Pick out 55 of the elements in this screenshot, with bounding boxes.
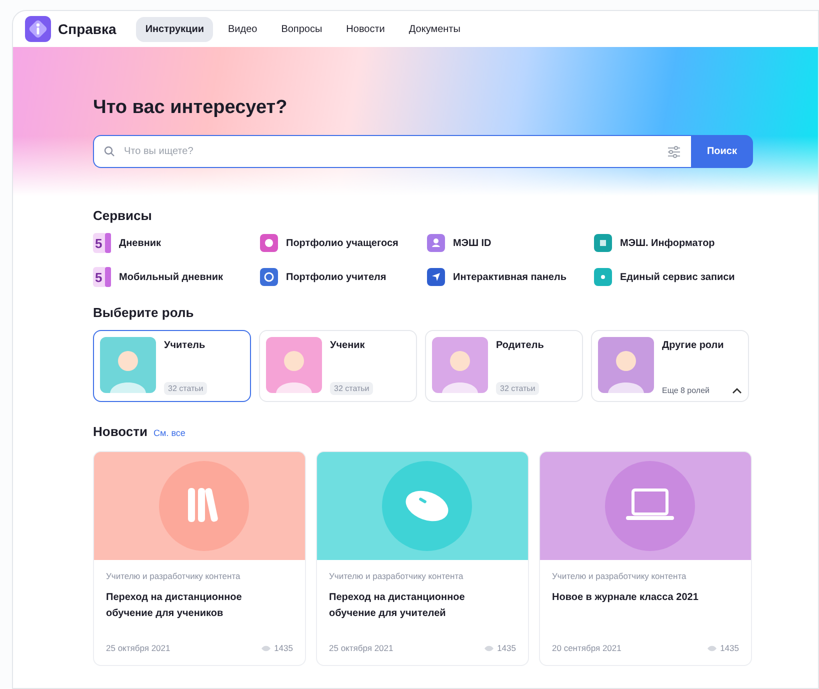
news-date: 20 сентября 2021 <box>552 643 622 653</box>
service-link[interactable]: МЭШ. Информатор <box>594 233 761 253</box>
section-title: Выберите роль <box>93 305 195 320</box>
nav-tab[interactable]: Вопросы <box>272 16 332 42</box>
role-name: Ученик <box>330 340 366 351</box>
service-link[interactable]: Интерактивная панель <box>427 267 594 287</box>
nav-tab[interactable]: Новости <box>337 16 394 42</box>
view-count: 1435 <box>274 643 293 653</box>
service-link[interactable]: Единый сервис записи <box>594 267 761 287</box>
view-count: 1435 <box>720 643 739 653</box>
search-bar[interactable]: Что вы ищете? <box>93 135 691 168</box>
search-button[interactable]: Поиск <box>691 135 753 168</box>
article-count: 32 статьи <box>330 382 374 395</box>
section-title: Сервисы <box>93 208 153 223</box>
article-count: 32 статьи <box>164 382 208 395</box>
more-roles-text: Еще 8 ролей <box>662 386 710 395</box>
role-card[interactable]: Родитель 32 статьи <box>425 330 583 402</box>
news-title: Новое в журнале класса 2021 <box>552 591 700 605</box>
news-card[interactable]: Учителю и разработчику контента Переход на дистанционное обучение для учеников 25 октября 2021 1435 <box>93 451 306 666</box>
nav-tab[interactable]: Документы <box>400 16 470 42</box>
role-name: Родитель <box>496 340 545 351</box>
news-category: Учителю и разработчику контента <box>552 571 688 581</box>
role-card[interactable]: Учитель 32 статьи <box>93 330 251 402</box>
news-category: Учителю и разработчику контента <box>329 571 464 581</box>
news-card[interactable]: Учителю и разработчику контента Переход на дистанционное обучение для учителей 25 октября 2021 1435 <box>316 451 529 666</box>
service-link[interactable]: МЭШ ID <box>427 233 594 253</box>
logo-text: Справка <box>58 21 116 37</box>
service-link[interactable]: 5 Дневник <box>93 233 260 253</box>
role-card[interactable]: Другие роли Еще 8 ролей <box>591 330 749 402</box>
news-date: 25 октября 2021 <box>329 643 394 653</box>
chevron-up-icon[interactable] <box>732 387 742 394</box>
role-card[interactable]: Ученик 32 статьи <box>259 330 417 402</box>
news-title: Переход на дистанционное обучение для учеников <box>106 591 243 621</box>
news-title: Переход на дистанционное обучение для учителей <box>329 591 466 621</box>
section-title: Новости <box>93 424 148 439</box>
service-link[interactable]: Портфолио учителя <box>260 267 427 287</box>
view-count: 1435 <box>497 643 516 653</box>
nav-tab[interactable]: Инструкции <box>136 16 213 42</box>
eye-icon <box>707 644 718 652</box>
news-date: 25 октября 2021 <box>106 643 170 653</box>
eye-icon <box>484 644 494 652</box>
role-name: Учитель <box>164 340 206 351</box>
logo-icon <box>25 16 51 42</box>
see-all-link[interactable]: См. все <box>154 428 186 438</box>
news-card[interactable]: Учителю и разработчику контента Новое в журнале класса 2021 20 сентября 2021 1435 <box>539 451 752 666</box>
filter-icon[interactable] <box>667 146 681 158</box>
news-category: Учителю и разработчику контента <box>106 571 242 581</box>
nav-tab[interactable]: Видео <box>218 16 266 42</box>
search-icon <box>104 146 115 157</box>
service-link[interactable]: 5 Мобильный дневник <box>93 267 260 287</box>
role-name: Другие роли <box>662 340 725 351</box>
article-count: 32 статьи <box>496 382 540 395</box>
service-link[interactable]: Портфолио учащегося <box>260 233 427 253</box>
hero-title: Что вас интересует? <box>93 97 288 119</box>
eye-icon <box>261 644 272 652</box>
